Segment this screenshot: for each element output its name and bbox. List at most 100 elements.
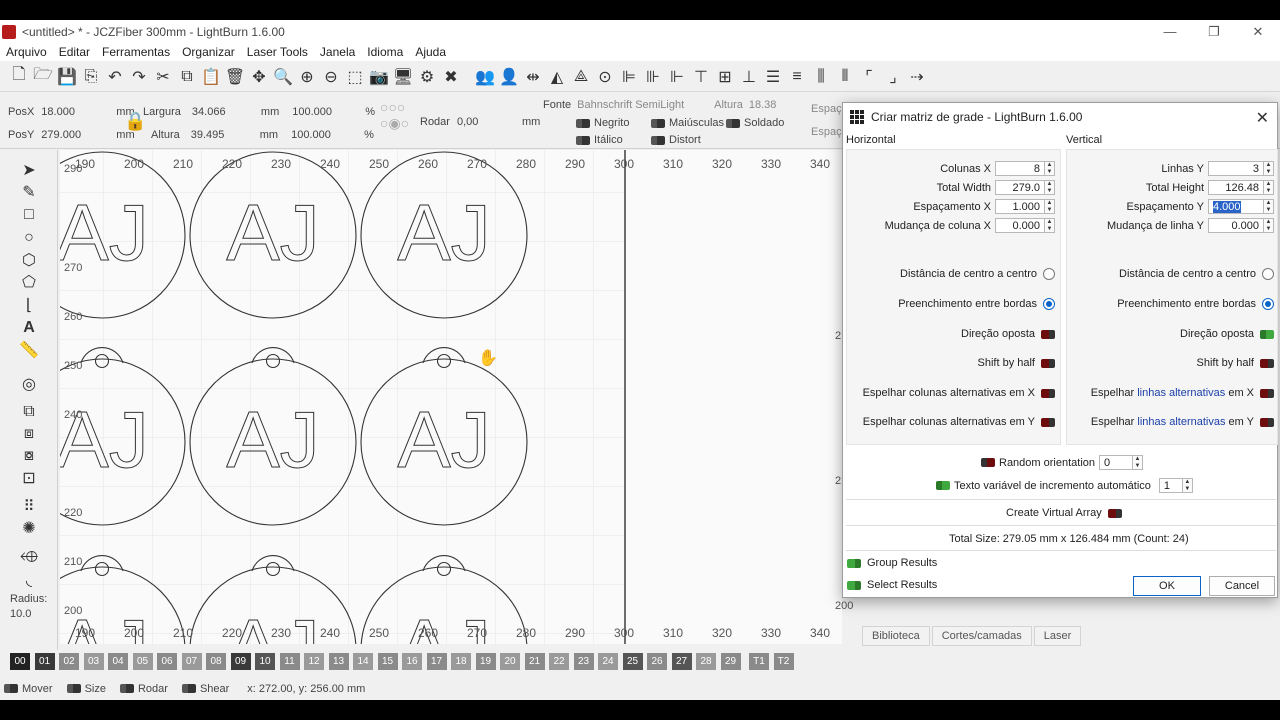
weld-icon[interactable]: ⊡ [18,468,40,488]
measure-icon[interactable]: 📏 [18,340,40,360]
total-width-input[interactable]: 279.0 [995,180,1045,195]
menu-laser-tools[interactable]: Laser Tools [247,45,308,59]
distribute-h-icon[interactable]: ☰ [762,66,784,88]
layer-color-23[interactable]: 23 [573,652,594,670]
layer-color-03[interactable]: 03 [83,652,104,670]
scale-x-input[interactable]: 100.000 [289,103,351,121]
dialog-close-icon[interactable]: ✕ [1256,108,1269,128]
dock-right-icon[interactable]: ⌟ [882,66,904,88]
caps-toggle[interactable]: Maiúsculas [669,117,724,129]
h-mirror-x-toggle[interactable] [1041,388,1055,398]
scale-y-input[interactable]: 100.000 [288,126,350,144]
menu-arquivo[interactable]: Arquivo [6,45,47,59]
height-input[interactable]: 39.495 [188,126,244,144]
boolean-intersect-icon[interactable]: ⧇ [18,446,40,466]
space-v-icon[interactable]: ⫴ [834,66,856,88]
welded-toggle[interactable]: Soldado [744,117,784,129]
flip-vertical-icon[interactable]: ◭ [546,66,568,88]
dock-left-icon[interactable]: ⌜ [858,66,880,88]
zoom-icon[interactable]: 🔍 [272,66,294,88]
undo-icon[interactable]: ↶ [104,66,126,88]
status-shear-toggle[interactable]: Shear [200,683,229,695]
move-icon[interactable]: ✥ [248,66,270,88]
variable-text-input[interactable]: 1 [1158,478,1183,493]
rectangle-icon[interactable]: □ [18,205,40,225]
open-folder-icon[interactable]: 🗁 [32,66,54,88]
copy-icon[interactable]: ⧉ [176,66,198,88]
font-height-input[interactable]: 18.38 [749,99,777,111]
cancel-button[interactable]: Cancel [1209,576,1275,596]
column-shift-x-input[interactable]: 0.000 [995,218,1045,233]
boolean-diff-icon[interactable]: ⧈ [18,424,40,444]
distribute-v-icon[interactable]: ≡ [786,66,808,88]
h-shift-by-half-toggle[interactable] [1041,358,1055,368]
row-shift-y-input[interactable]: 0.000 [1208,218,1264,233]
v-mirror-x-toggle[interactable] [1260,388,1274,398]
corner-icon[interactable]: ⌊ [18,295,40,315]
boolean-union-icon[interactable]: ⧉ [18,402,40,422]
italic-toggle[interactable]: Itálico [594,134,623,146]
group-icon[interactable]: 👥 [474,66,496,88]
close-window-button[interactable]: ✕ [1236,20,1280,43]
zoom-out-icon[interactable]: ⊖ [320,66,342,88]
columns-x-stepper[interactable]: ▲ ▼ [1045,161,1055,176]
text-tool-icon[interactable]: A [18,318,40,338]
layer-color-13[interactable]: 13 [328,652,349,670]
h-mirror-y-toggle[interactable] [1041,417,1055,427]
layer-color-21[interactable]: 21 [524,652,545,670]
pen-icon[interactable]: ✎ [18,182,40,202]
distort-toggle[interactable]: Distort [669,134,701,146]
layer-color-11[interactable]: 11 [279,652,300,670]
layer-color-09[interactable]: 09 [230,652,251,670]
layer-color-28[interactable]: 28 [696,652,716,670]
h-center-to-center-radio[interactable] [1043,268,1055,280]
tools-icon[interactable]: ✖ [440,66,462,88]
layer-color-18[interactable]: 18 [451,652,471,670]
variable-text-stepper[interactable]: ▲ ▼ [1182,478,1193,493]
layer-color-17[interactable]: 17 [426,652,447,670]
mirror-icon[interactable]: ⟁ [570,66,592,88]
camera-icon[interactable]: 📷 [368,66,390,88]
align-bottom-icon[interactable]: ⊥ [738,66,760,88]
layer-color-22[interactable]: 22 [549,652,569,670]
circular-array-icon[interactable]: ✺ [18,518,40,538]
layer-color-00[interactable]: 00 [10,652,30,670]
zoom-frame-icon[interactable]: ⬚ [344,66,366,88]
v-fill-between-edges-radio[interactable] [1262,298,1274,310]
layer-color-16[interactable]: 16 [402,652,422,670]
random-orientation-input[interactable]: 0 [1099,455,1134,470]
ok-button[interactable]: OK [1133,576,1201,596]
bold-toggle[interactable]: Negrito [594,117,629,129]
polygon-icon[interactable]: ⬡ [18,250,40,270]
create-virtual-array-toggle[interactable] [1107,508,1122,518]
anchor-grid-icon[interactable]: ○○○ [380,99,405,115]
radius-input[interactable]: 10.0 [10,608,31,620]
rotate-input[interactable]: 0,00 [454,113,496,131]
delete-icon[interactable]: 🗑 [224,66,246,88]
zoom-in-icon[interactable]: ⊕ [296,66,318,88]
layer-color-06[interactable]: 06 [157,652,177,670]
random-orientation-stepper[interactable]: ▲ ▼ [1133,455,1144,470]
redo-icon[interactable]: ↷ [128,66,150,88]
monitor-icon[interactable]: 🖥 [392,66,414,88]
group-results-toggle[interactable] [847,558,861,568]
row-shift-y-stepper[interactable]: ▲ ▼ [1264,218,1274,233]
new-file-icon[interactable]: 🗋 [8,66,30,88]
round-corner-icon[interactable]: ◟ [18,570,40,590]
column-shift-x-stepper[interactable]: ▲ ▼ [1045,218,1055,233]
posx-input[interactable]: 18.000 [38,103,88,121]
save-icon[interactable]: 💾 [56,66,78,88]
layer-color-10[interactable]: 10 [255,652,275,670]
font-select[interactable]: Bahnschrift SemiLight [577,99,684,111]
layer-color-20[interactable]: 20 [500,652,520,670]
layer-color-19[interactable]: 19 [475,652,496,670]
posy-input[interactable]: 279.000 [38,126,88,144]
design-canvas[interactable]: AJAJAJAJAJAJAJAJAJ 190190200200210210220… [60,150,842,644]
tab-biblioteca[interactable]: Biblioteca [862,626,930,646]
import-icon[interactable]: ⎘ [80,66,102,88]
layer-color-08[interactable]: 08 [206,652,226,670]
layer-color-t2[interactable]: T2 [773,652,794,670]
minimize-button[interactable]: — [1148,20,1192,43]
total-width-stepper[interactable]: ▲ ▼ [1045,180,1055,195]
layer-color-12[interactable]: 12 [304,652,324,670]
